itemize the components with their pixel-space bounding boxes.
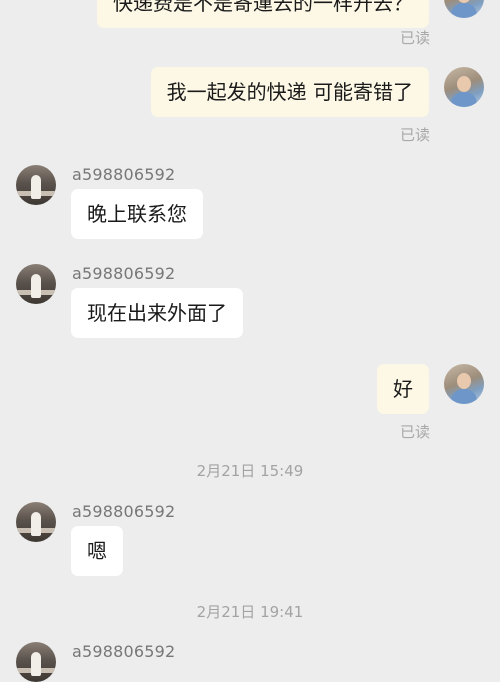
read-receipt: 已读 [399,423,430,441]
message-bubble-self[interactable]: 快递费是不是寄運去的一样开去？ [97,0,429,28]
contact-avatar[interactable] [16,264,56,304]
sender-name: a598806592 [72,642,176,661]
self-avatar[interactable] [444,0,484,18]
self-avatar[interactable] [444,67,484,107]
contact-avatar[interactable] [16,642,56,682]
sender-name: a598806592 [72,165,176,184]
chat-timestamp: 2月21日 15:49 [196,462,304,480]
message-bubble-other[interactable]: 现在出来外面了 [71,288,243,338]
read-receipt: 已读 [399,126,430,144]
contact-avatar[interactable] [16,165,56,205]
contact-avatar[interactable] [16,502,56,542]
message-bubble-other[interactable]: 嗯 [71,526,123,576]
sender-name: a598806592 [72,502,176,521]
sender-name: a598806592 [72,264,176,283]
read-receipt: 已读 [399,29,430,47]
chat-history[interactable]: 快递费是不是寄運去的一样开去？ 已读 我一起发的快递 可能寄错了 已读 a598… [0,0,500,682]
message-bubble-self[interactable]: 好 [377,364,429,414]
chat-timestamp: 2月21日 19:41 [196,603,304,621]
message-bubble-self[interactable]: 我一起发的快递 可能寄错了 [150,67,429,117]
message-bubble-other[interactable]: 晚上联系您 [71,189,203,239]
self-avatar[interactable] [444,364,484,404]
